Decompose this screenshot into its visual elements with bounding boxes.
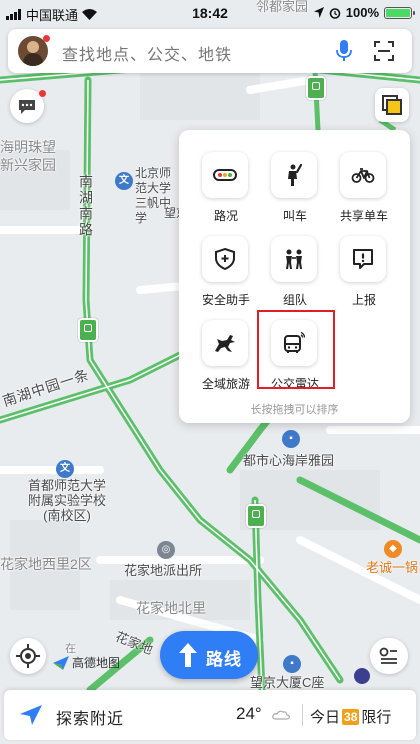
message-button[interactable] — [10, 89, 46, 123]
battery-percent: 100% — [345, 5, 379, 20]
map-label: 花家地北里 — [136, 600, 206, 616]
status-right: 100% — [313, 5, 415, 20]
amap-logo-icon — [53, 655, 69, 670]
bus-stop-icon[interactable] — [246, 504, 266, 528]
bike-icon-wrap — [340, 152, 386, 198]
search-bar[interactable]: 查找地点、公交、地铁 — [8, 29, 412, 73]
map-label: 花家地西里2区 — [0, 556, 92, 572]
cloud-icon — [272, 710, 290, 720]
tool-hail-taxi[interactable]: 叫车 — [259, 132, 331, 223]
layers-button[interactable] — [375, 88, 409, 122]
route-button[interactable]: 路线 — [160, 631, 258, 679]
team-icon-wrap — [271, 236, 317, 282]
map-label-road: 南湖南路 — [78, 174, 94, 238]
team-icon — [286, 249, 302, 269]
search-input[interactable]: 查找地点、公交、地铁 — [62, 41, 232, 65]
explore-nearby-button[interactable]: 探索附近 — [56, 705, 124, 729]
location-arrow-icon — [313, 7, 324, 18]
map-label: 海明珠望 — [0, 139, 56, 155]
traffic-icon-wrap — [202, 152, 248, 198]
traffic-restriction[interactable]: 今日 38 限行 — [310, 706, 391, 727]
shield-plus-icon — [215, 247, 235, 271]
list-button[interactable] — [370, 638, 408, 674]
map-label: 新兴家园 — [0, 157, 56, 173]
notification-dot — [39, 90, 46, 97]
microphone-icon[interactable] — [334, 39, 354, 63]
sort-hint: 长按拖拽可以排序 — [250, 404, 339, 416]
building-icon[interactable]: ▪ — [282, 430, 300, 448]
restaurant-icon[interactable]: ◆ — [384, 540, 402, 558]
battery-icon — [384, 6, 415, 19]
amap-screen: 邻都家园 海明珠望 新兴家园 南湖南路 文 北京师范大学三帆中学 望京 南湖中园… — [0, 0, 420, 744]
list-icon — [379, 647, 397, 664]
restriction-plates: 38 — [342, 708, 360, 725]
traffic-icon — [213, 169, 237, 181]
bus-stop-icon[interactable] — [306, 76, 326, 100]
restriction-prefix: 今日 — [310, 709, 341, 726]
building-icon[interactable]: ▪ — [283, 655, 301, 673]
school-icon[interactable]: 文 — [56, 460, 74, 478]
navigation-arrow-icon[interactable] — [20, 705, 42, 725]
map-label: 首都师范大学附属实验学校(南校区) — [27, 478, 106, 523]
bus-stop-icon[interactable] — [78, 318, 98, 342]
divider — [302, 704, 303, 726]
tool-team[interactable]: 组队 — [259, 216, 331, 307]
alarm-icon — [329, 7, 341, 19]
tool-shared-bike[interactable]: 共享单车 — [328, 132, 400, 223]
school-icon[interactable]: 文 — [115, 172, 133, 190]
temperature[interactable]: 24° — [236, 704, 262, 724]
layers-icon — [382, 95, 402, 115]
bike-icon — [351, 168, 375, 183]
route-label: 路线 — [206, 650, 242, 669]
bottom-bar: 探索附近 24° 今日 38 限行 — [4, 690, 416, 740]
scan-icon[interactable] — [374, 41, 394, 61]
tool-label: 全域旅游 — [201, 377, 250, 391]
hail-taxi-icon-wrap — [271, 152, 317, 198]
hail-taxi-icon — [288, 163, 303, 186]
tool-safety-assistant[interactable]: 安全助手 — [190, 216, 262, 307]
tool-global-tourism[interactable]: 全域旅游 — [190, 300, 262, 391]
status-bar: 中国联通 18:42 100% — [0, 0, 420, 26]
locate-icon — [16, 644, 40, 668]
map-label: 花家地派出所 — [124, 563, 203, 578]
tool-report[interactable]: 上报 — [328, 216, 400, 307]
police-icon[interactable]: ◎ — [157, 541, 175, 559]
highlight-box — [257, 310, 335, 389]
route-arrow-icon — [179, 643, 197, 667]
shield-plus-icon-wrap — [202, 236, 248, 282]
poi-marker-icon[interactable] — [354, 668, 370, 684]
map-label: 望京大厦C座 — [250, 675, 325, 690]
horse-icon — [215, 335, 235, 352]
report-icon-wrap — [340, 236, 386, 282]
map-label: 都市心海岸雅园 — [243, 453, 335, 468]
restriction-suffix: 限行 — [361, 709, 392, 726]
notification-dot — [43, 35, 50, 42]
locate-button[interactable] — [10, 638, 46, 674]
horse-icon-wrap — [202, 320, 248, 366]
tool-label: 上报 — [351, 293, 376, 307]
report-icon — [353, 249, 373, 269]
tool-traffic[interactable]: 路况 — [190, 132, 262, 223]
amap-logo: 高德地图 — [52, 654, 120, 671]
logo-text: 高德地图 — [72, 656, 121, 670]
map-label: 老诚一锅 — [366, 560, 419, 575]
tools-panel: 路况 叫车 共享单车 安全助手 组队 上报 全域旅游 公交雷达 长按拖拽可以排序 — [179, 130, 410, 423]
